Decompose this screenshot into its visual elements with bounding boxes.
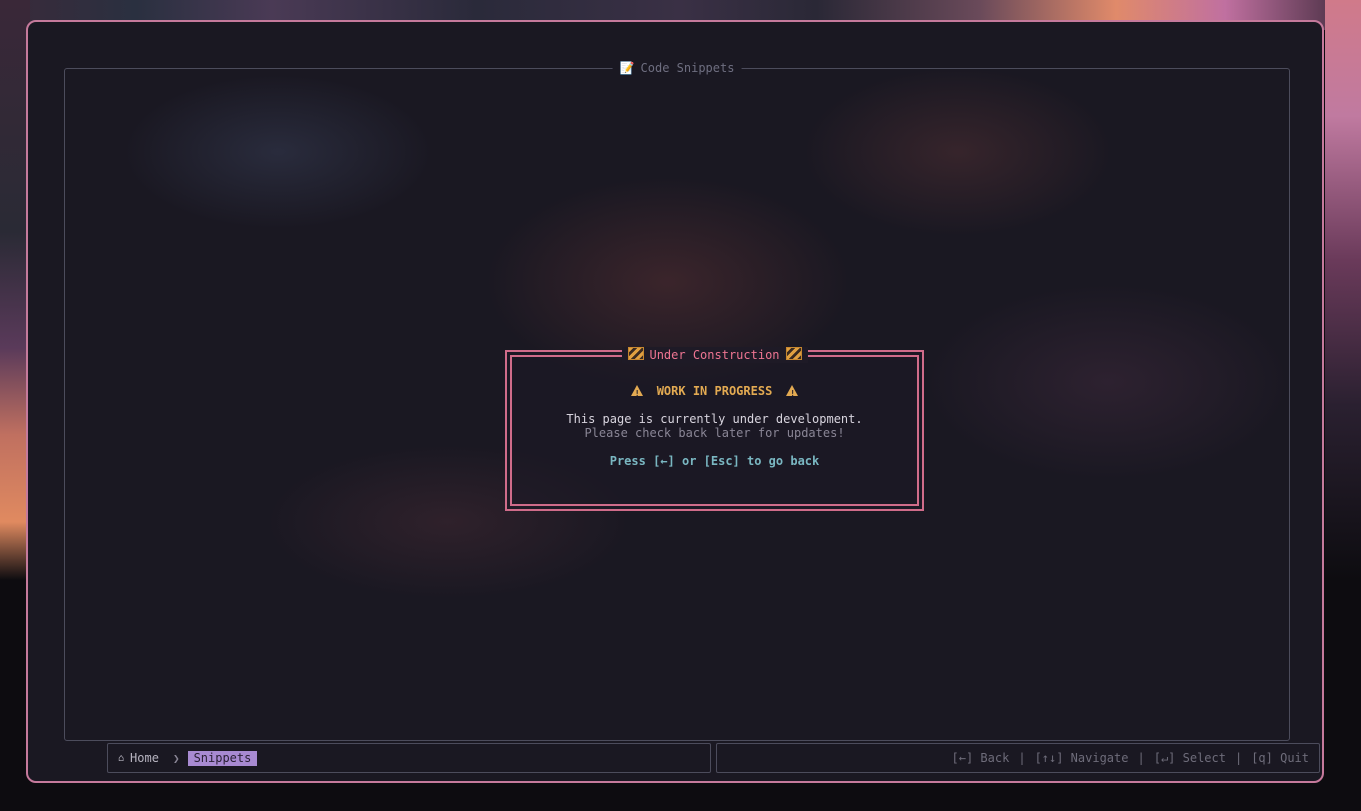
- breadcrumb-current: Snippets: [187, 750, 258, 766]
- page-title: 📝 Code Snippets: [612, 60, 742, 76]
- key-divider: |: [1018, 751, 1026, 765]
- wip-heading-text: WORK IN PROGRESS: [656, 384, 773, 398]
- warning-icon: [630, 385, 643, 402]
- key-divider: |: [1137, 751, 1145, 765]
- breadcrumb-separator: ❯: [172, 751, 180, 765]
- under-construction-dialog: Under Construction WORK IN PROGRESS This…: [505, 347, 924, 511]
- dialog-title: Under Construction: [621, 347, 808, 363]
- breadcrumb: ⌂ Home ❯ Snippets: [107, 743, 711, 773]
- key-quit[interactable]: [q] Quit: [1251, 751, 1309, 765]
- key-select[interactable]: [↵] Select: [1154, 751, 1226, 765]
- main-frame: 📝 Code Snippets Under Construction WORK I…: [64, 60, 1320, 773]
- dialog-title-text: Under Construction: [649, 348, 780, 362]
- page-title-text: Code Snippets: [640, 61, 735, 75]
- go-back-hint: Press [←] or [Esc] to go back: [609, 454, 820, 468]
- key-back[interactable]: [←] Back: [952, 751, 1010, 765]
- dialog-inner-border: Under Construction WORK IN PROGRESS This…: [510, 347, 919, 506]
- home-icon: ⌂: [118, 752, 125, 764]
- key-navigate[interactable]: [↑↓] Navigate: [1035, 751, 1129, 765]
- keybindings-bar: [←] Back | [↑↓] Navigate | [↵] Select | [q] Qu…: [716, 743, 1320, 773]
- terminal-window: 📝 Code Snippets Under Construction WORK I…: [26, 20, 1324, 783]
- dialog-submessage: Please check back later for updates!: [584, 426, 845, 440]
- construction-sign-icon: [627, 347, 644, 360]
- desktop-wallpaper-right: [1325, 0, 1361, 580]
- warning-icon: [786, 385, 799, 402]
- construction-sign-icon: [785, 347, 802, 360]
- key-divider: |: [1234, 751, 1243, 765]
- memo-icon: 📝: [619, 61, 635, 75]
- wip-heading: WORK IN PROGRESS: [512, 383, 917, 402]
- breadcrumb-home[interactable]: Home: [130, 751, 159, 765]
